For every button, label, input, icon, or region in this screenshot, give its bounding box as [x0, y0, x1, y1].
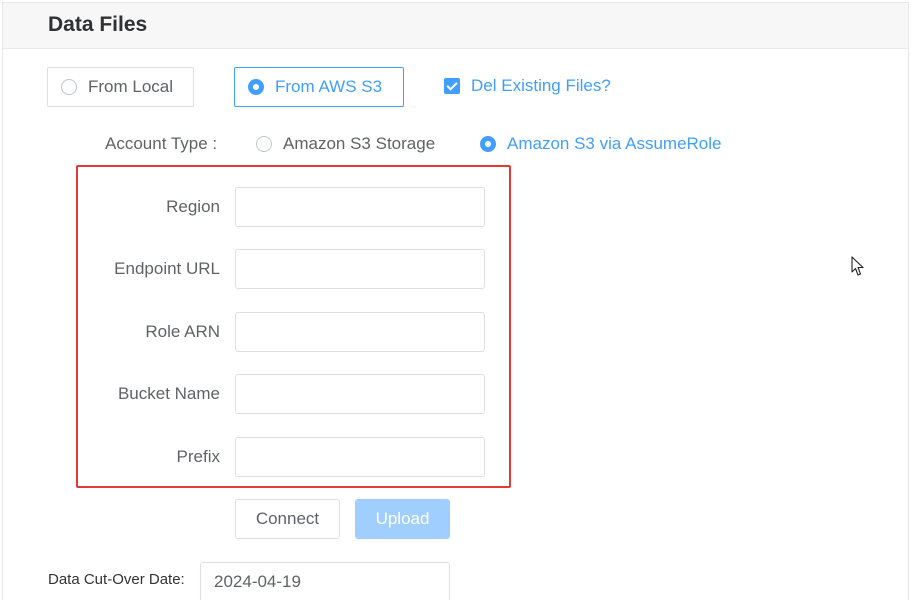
upload-button[interactable]: Upload — [355, 499, 450, 539]
account-type-assume-role-label: Amazon S3 via AssumeRole — [507, 134, 722, 153]
cutover-date-label: Data Cut-Over Date: — [48, 571, 185, 588]
account-type-s3-storage-label: Amazon S3 Storage — [283, 134, 436, 153]
endpoint-url-label: Endpoint URL — [114, 259, 220, 278]
connect-button[interactable]: Connect — [235, 499, 340, 539]
cutover-date-input[interactable] — [200, 562, 450, 600]
account-type-label: Account Type : — [105, 134, 218, 153]
region-label: Region — [166, 197, 220, 216]
bucket-name-input[interactable] — [235, 374, 485, 414]
source-option-aws-s3-label: From AWS S3 — [275, 77, 383, 96]
prefix-label: Prefix — [176, 447, 220, 466]
source-option-local-label: From Local — [88, 77, 174, 96]
region-input[interactable] — [235, 187, 485, 227]
panel-header: Data Files — [3, 3, 908, 49]
account-type-assume-role[interactable]: Amazon S3 via AssumeRole — [480, 134, 722, 154]
checkbox-checked-icon — [444, 78, 460, 94]
radio-unchecked-icon — [256, 136, 272, 152]
delete-existing-checkbox[interactable]: Del Existing Files? — [444, 76, 611, 96]
radio-checked-icon — [480, 136, 496, 152]
role-arn-input[interactable] — [235, 312, 485, 352]
prefix-input[interactable] — [235, 437, 485, 477]
bucket-name-label: Bucket Name — [117, 384, 220, 403]
role-arn-label: Role ARN — [145, 322, 220, 341]
radio-checked-icon — [248, 79, 264, 95]
account-type-s3-storage[interactable]: Amazon S3 Storage — [256, 134, 435, 154]
endpoint-url-input[interactable] — [235, 249, 485, 289]
mouse-cursor-icon — [851, 256, 864, 276]
source-option-local[interactable]: From Local — [47, 67, 194, 107]
source-option-aws-s3[interactable]: From AWS S3 — [234, 67, 404, 107]
radio-unchecked-icon — [61, 79, 77, 95]
delete-existing-label: Del Existing Files? — [471, 76, 611, 95]
panel-title: Data Files — [48, 13, 148, 36]
